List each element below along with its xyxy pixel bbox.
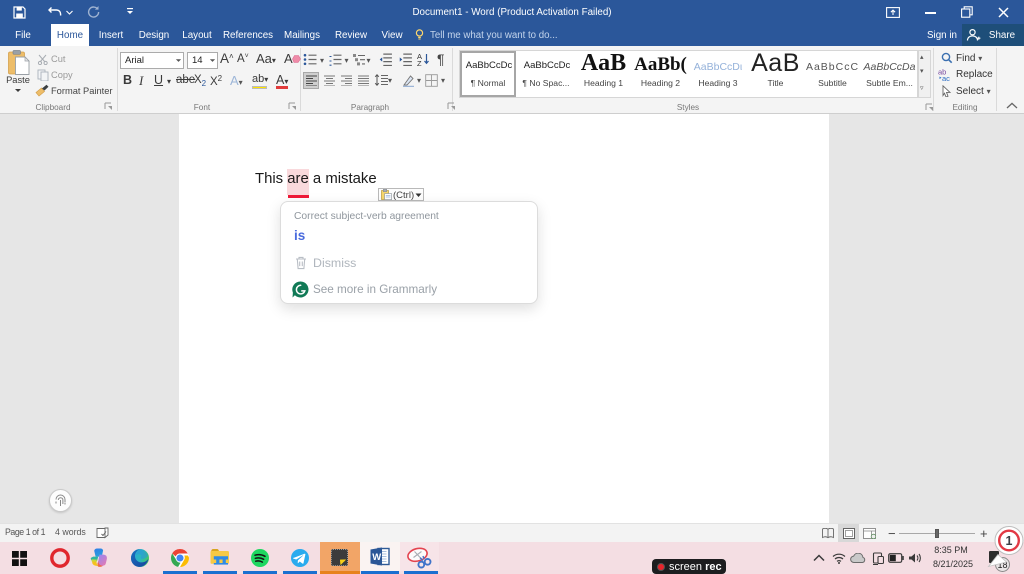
svg-text:1: 1 bbox=[1006, 534, 1013, 548]
svg-text:ac: ac bbox=[942, 74, 950, 81]
svg-text:W: W bbox=[372, 552, 381, 563]
svg-text:Z: Z bbox=[417, 59, 422, 66]
